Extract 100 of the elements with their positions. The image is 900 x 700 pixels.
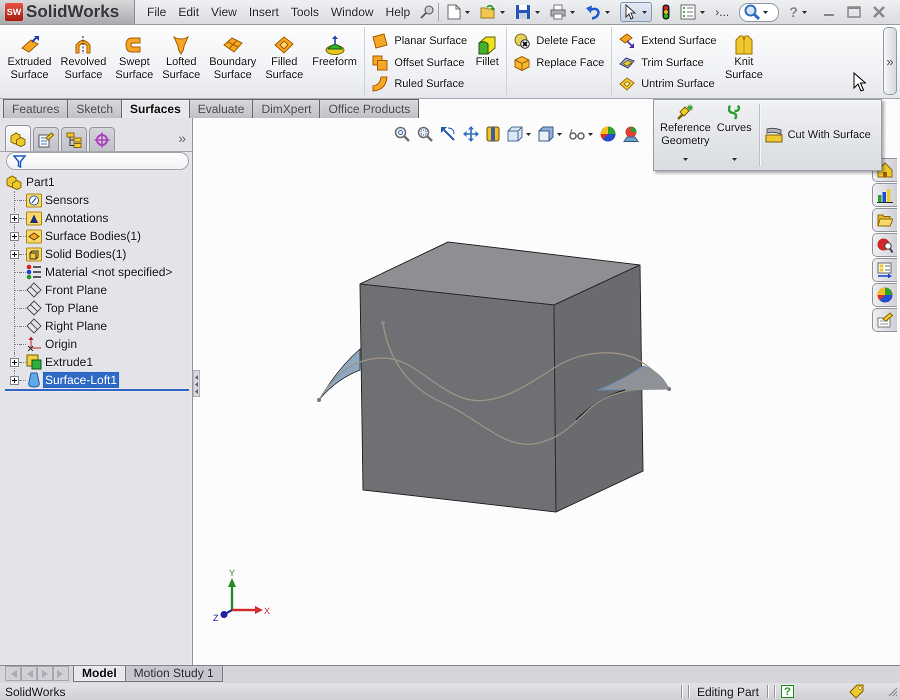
caret-icon[interactable] — [570, 10, 576, 14]
search-field[interactable] — [739, 2, 780, 22]
cube-outline-icon[interactable] — [507, 126, 523, 142]
glasses-icon[interactable] — [569, 128, 585, 140]
filter-field[interactable] — [6, 152, 189, 170]
ribbon-button[interactable]: Lofted Surface — [158, 27, 205, 95]
ribbon-button[interactable]: Fillet — [471, 27, 504, 95]
magnifier-box-icon[interactable] — [417, 126, 433, 142]
tree-item[interactable]: Top Plane — [43, 300, 100, 316]
ribbon-button[interactable]: Offset Surface — [372, 52, 468, 74]
tree-item[interactable]: Solid Bodies(1) — [43, 246, 128, 262]
tree-item[interactable]: Annotations — [43, 210, 110, 226]
color-sphere-icon[interactable] — [600, 126, 616, 142]
tag-icon[interactable] — [849, 684, 864, 699]
splitter-handle[interactable] — [193, 370, 200, 397]
ribbon-button[interactable]: Untrim Surface — [619, 73, 716, 96]
menu-item[interactable]: Window — [324, 5, 380, 19]
undo-arrow-icon[interactable] — [585, 4, 602, 20]
task-pane-tab[interactable] — [872, 183, 897, 207]
tree-item[interactable]: Part1 — [24, 174, 57, 190]
ribbon-button[interactable]: Planar Surface — [372, 30, 468, 52]
task-pane-tab[interactable] — [872, 258, 897, 282]
expand-icon[interactable] — [10, 214, 19, 222]
menu-item[interactable]: View — [205, 5, 243, 19]
document-icon[interactable] — [447, 4, 462, 20]
ribbon-scroll-button[interactable]: » — [883, 27, 897, 95]
color-sphere-icon — [877, 287, 893, 303]
caret-icon[interactable] — [526, 132, 531, 136]
menu-item[interactable]: Edit — [172, 5, 206, 19]
ribbon-button[interactable]: Replace Face — [514, 52, 604, 74]
model-tab[interactable]: Motion Study 1 — [124, 666, 223, 682]
help-icon[interactable]: ? — [781, 685, 794, 698]
task-pane-tab[interactable] — [872, 283, 897, 307]
panel-tab[interactable] — [33, 127, 59, 151]
ribbon-button[interactable]: Freeform — [308, 27, 362, 95]
four-way-arrow-icon[interactable] — [463, 126, 479, 142]
caret-icon[interactable] — [557, 132, 562, 136]
command-tab[interactable]: Evaluate — [188, 99, 254, 118]
tree-item[interactable]: Origin — [43, 336, 80, 352]
menu-item[interactable]: Help — [380, 5, 416, 19]
offset-squares-icon — [372, 54, 388, 70]
panel-tab[interactable] — [5, 125, 31, 151]
caret-icon[interactable] — [588, 132, 593, 136]
tree-item[interactable]: Front Plane — [43, 282, 110, 298]
diagonal-arrow-icon[interactable] — [440, 126, 456, 142]
shaded-cube-icon[interactable] — [538, 126, 554, 142]
caret-icon[interactable] — [500, 10, 506, 14]
command-tab[interactable]: Surfaces — [121, 99, 190, 118]
caret-icon[interactable] — [700, 10, 706, 14]
caret-icon[interactable] — [802, 10, 807, 14]
ribbon-button[interactable]: Revolved Surface — [56, 27, 111, 95]
toolbar-button[interactable]: Cut With Surface — [764, 127, 871, 143]
task-pane-tab[interactable] — [872, 233, 897, 257]
panel-tab[interactable] — [61, 127, 87, 151]
expand-icon[interactable] — [10, 358, 19, 366]
expand-icon[interactable] — [10, 376, 19, 384]
ribbon-button[interactable]: Extruded Surface — [3, 27, 56, 95]
traffic-light-icon[interactable] — [662, 4, 670, 20]
toolbar-button[interactable]: Curves — [714, 104, 755, 166]
menu-item[interactable]: File — [141, 5, 172, 19]
maximize-icon[interactable] — [846, 6, 861, 18]
resize-grip-icon — [888, 686, 898, 696]
expand-icon[interactable] — [10, 250, 19, 258]
ribbon-button[interactable]: Filled Surface — [260, 27, 308, 95]
task-pane-tab[interactable] — [872, 308, 897, 332]
sphere-on-stand-icon[interactable] — [623, 126, 639, 142]
expand-icon[interactable] — [10, 232, 19, 240]
panel-overflow[interactable]: » — [178, 130, 186, 146]
model-tab[interactable]: Model — [73, 666, 126, 682]
printer-icon[interactable] — [550, 4, 566, 20]
menu-item[interactable]: Tools — [284, 5, 325, 19]
toolbar-button[interactable]: Reference Geometry — [657, 104, 714, 166]
pushpin-icon[interactable] — [420, 5, 434, 19]
caret-icon[interactable] — [605, 10, 610, 14]
command-tab[interactable]: Office Products — [319, 99, 420, 118]
ribbon-button[interactable]: Extend Surface — [619, 30, 716, 52]
ribbon-button[interactable]: Boundary Surface — [204, 27, 261, 95]
menu-item[interactable]: Insert — [242, 5, 285, 19]
ribbon-button[interactable]: Knit Surface — [720, 27, 768, 95]
ribbon-button[interactable]: Delete Face — [514, 30, 604, 52]
magnifier-icon[interactable] — [394, 126, 410, 142]
select-button[interactable] — [620, 2, 652, 22]
command-tab[interactable]: Features — [3, 99, 68, 118]
tree-item[interactable]: Surface Bodies(1) — [43, 228, 144, 244]
caret-icon[interactable] — [535, 10, 540, 14]
ribbon-button[interactable]: Ruled Surface — [372, 73, 468, 96]
checklist-icon[interactable] — [680, 4, 696, 20]
split-cylinder-icon[interactable] — [486, 126, 500, 142]
tree-item[interactable]: Surface-Loft1 — [43, 372, 120, 388]
command-tab[interactable]: DimXpert — [252, 99, 320, 118]
ribbon-button[interactable]: Trim Surface — [619, 52, 716, 74]
close-icon[interactable] — [872, 6, 885, 18]
tree-item[interactable]: Right Plane — [43, 318, 110, 334]
ribbon-button[interactable]: Swept Surface — [110, 27, 158, 95]
command-tab[interactable]: Sketch — [67, 99, 122, 118]
toolbar-overflow[interactable]: ›... — [715, 5, 730, 19]
tree-item[interactable]: Extrude1 — [43, 354, 96, 370]
tree-item[interactable]: Material <not specified> — [43, 264, 174, 280]
tree-item[interactable]: Sensors — [43, 192, 92, 208]
caret-icon[interactable] — [465, 10, 470, 14]
